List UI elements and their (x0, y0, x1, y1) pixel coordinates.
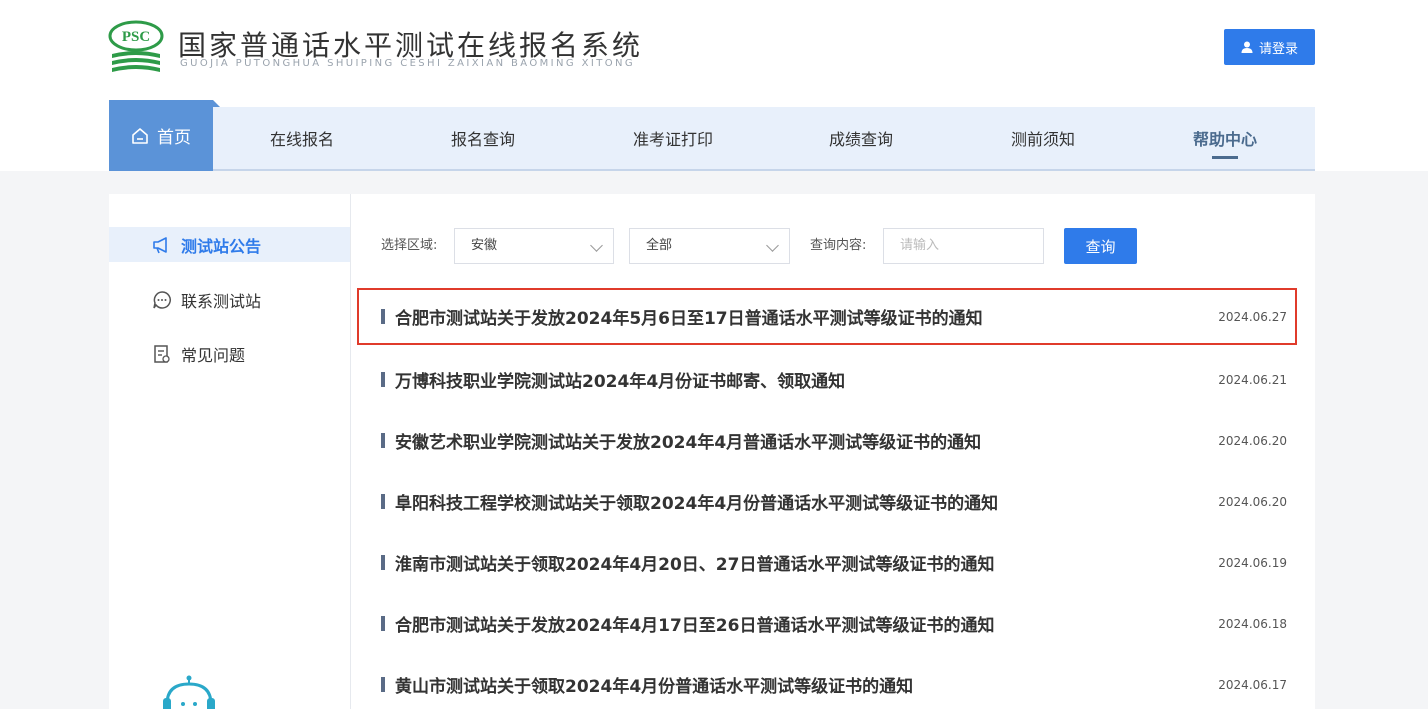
filter-bar: 选择区域: 安徽 全部 查询内容: 请输入 查询 (381, 228, 1181, 264)
scope-select[interactable]: 全部 (629, 228, 790, 264)
login-label: 请登录 (1258, 41, 1298, 57)
nav-home-label: 首页 (157, 128, 191, 148)
nav-item-help-center[interactable]: 帮助中心 (1135, 107, 1315, 169)
news-title: 安徽艺术职业学院测试站关于发放2024年4月普通话水平测试等级证书的通知 (395, 433, 982, 453)
list-bullet (381, 309, 385, 324)
assistant-robot-icon[interactable] (161, 674, 217, 709)
news-item[interactable]: 合肥市测试站关于发放2024年4月17日至26日普通话水平测试等级证书的通知 2… (357, 593, 1297, 654)
main-nav: 首页 在线报名 报名查询 准考证打印 成绩查询 测前须知 帮助中心 (109, 100, 1315, 171)
list-bullet (381, 494, 385, 509)
news-date: 2024.06.20 (1218, 494, 1287, 509)
news-title: 合肥市测试站关于发放2024年5月6日至17日普通话水平测试等级证书的通知 (395, 309, 983, 329)
news-title: 淮南市测试站关于领取2024年4月20日、27日普通话水平测试等级证书的通知 (395, 555, 995, 575)
query-input[interactable]: 请输入 (883, 228, 1044, 264)
content-panel: 测试站公告 联系测试站 常见问题 选择区域: 安徽 全部 查询内容: 请输入 查… (109, 194, 1315, 709)
news-title: 黄山市测试站关于领取2024年4月份普通话水平测试等级证书的通知 (395, 677, 914, 697)
sidebar-item-contact[interactable]: 联系测试站 (109, 282, 350, 317)
news-item[interactable]: 安徽艺术职业学院测试站关于发放2024年4月普通话水平测试等级证书的通知 202… (357, 410, 1297, 471)
news-list: 合肥市测试站关于发放2024年5月6日至17日普通话水平测试等级证书的通知 20… (357, 288, 1297, 709)
site-subtitle: GUOJIA PUTONGHUA SHUIPING CESHI ZAIXIAN … (180, 58, 636, 69)
chevron-down-icon (590, 239, 603, 252)
news-date: 2024.06.18 (1218, 616, 1287, 631)
news-item[interactable]: 万博科技职业学院测试站2024年4月份证书邮寄、领取通知 2024.06.21 (357, 349, 1297, 410)
news-title: 阜阳科技工程学校测试站关于领取2024年4月份普通话水平测试等级证书的通知 (395, 494, 999, 514)
list-bullet (381, 677, 385, 692)
home-icon (132, 127, 148, 144)
region-label: 选择区域: (381, 238, 438, 253)
nav-item-online-signup[interactable]: 在线报名 (213, 107, 391, 169)
chevron-down-icon (766, 239, 779, 252)
sidebar-item-faq[interactable]: 常见问题 (109, 336, 350, 371)
news-date: 2024.06.21 (1218, 372, 1287, 387)
chat-bubble-icon (152, 290, 172, 310)
region-select-value: 安徽 (471, 238, 498, 253)
sidebar-item-announcements[interactable]: 测试站公告 (109, 227, 350, 262)
site-logo[interactable]: PSC 国家普通话水平测试在线报名系统 GUOJIA PUTONGHUA SHU… (108, 18, 668, 78)
news-date: 2024.06.17 (1218, 677, 1287, 692)
list-bullet (381, 555, 385, 570)
login-button[interactable]: 请登录 (1224, 29, 1315, 65)
news-date: 2024.06.20 (1218, 433, 1287, 448)
psc-logo-icon: PSC (108, 20, 164, 72)
megaphone-icon (152, 235, 172, 255)
news-date: 2024.06.27 (1218, 309, 1287, 324)
document-question-icon (152, 344, 172, 364)
top-header: PSC 国家普通话水平测试在线报名系统 GUOJIA PUTONGHUA SHU… (0, 0, 1428, 171)
news-item[interactable]: 黄山市测试站关于领取2024年4月份普通话水平测试等级证书的通知 2024.06… (357, 654, 1297, 709)
region-select[interactable]: 安徽 (454, 228, 614, 264)
news-item[interactable]: 淮南市测试站关于领取2024年4月20日、27日普通话水平测试等级证书的通知 2… (357, 532, 1297, 593)
news-item[interactable]: 合肥市测试站关于发放2024年5月6日至17日普通话水平测试等级证书的通知 20… (357, 288, 1297, 345)
list-bullet (381, 433, 385, 448)
nav-item-pre-test-notice[interactable]: 测前须知 (951, 107, 1135, 169)
logo-abbr: PSC (122, 29, 150, 45)
news-item[interactable]: 阜阳科技工程学校测试站关于领取2024年4月份普通话水平测试等级证书的通知 20… (357, 471, 1297, 532)
sidebar: 测试站公告 联系测试站 常见问题 (109, 194, 351, 709)
query-label: 查询内容: (810, 238, 867, 253)
news-title: 万博科技职业学院测试站2024年4月份证书邮寄、领取通知 (395, 372, 846, 392)
nav-home[interactable]: 首页 (109, 100, 220, 171)
scope-select-value: 全部 (646, 238, 673, 253)
user-icon (1241, 41, 1253, 53)
nav-item-score-query[interactable]: 成绩查询 (771, 107, 951, 169)
news-date: 2024.06.19 (1218, 555, 1287, 570)
nav-item-signup-query[interactable]: 报名查询 (391, 107, 575, 169)
list-bullet (381, 616, 385, 631)
sidebar-item-label: 联系测试站 (181, 291, 262, 311)
sidebar-item-label: 常见问题 (181, 345, 246, 365)
sidebar-item-label: 测试站公告 (181, 236, 262, 256)
search-button[interactable]: 查询 (1064, 228, 1137, 264)
list-bullet (381, 372, 385, 387)
news-title: 合肥市测试站关于发放2024年4月17日至26日普通话水平测试等级证书的通知 (395, 616, 995, 636)
nav-item-admission-print[interactable]: 准考证打印 (575, 107, 771, 169)
